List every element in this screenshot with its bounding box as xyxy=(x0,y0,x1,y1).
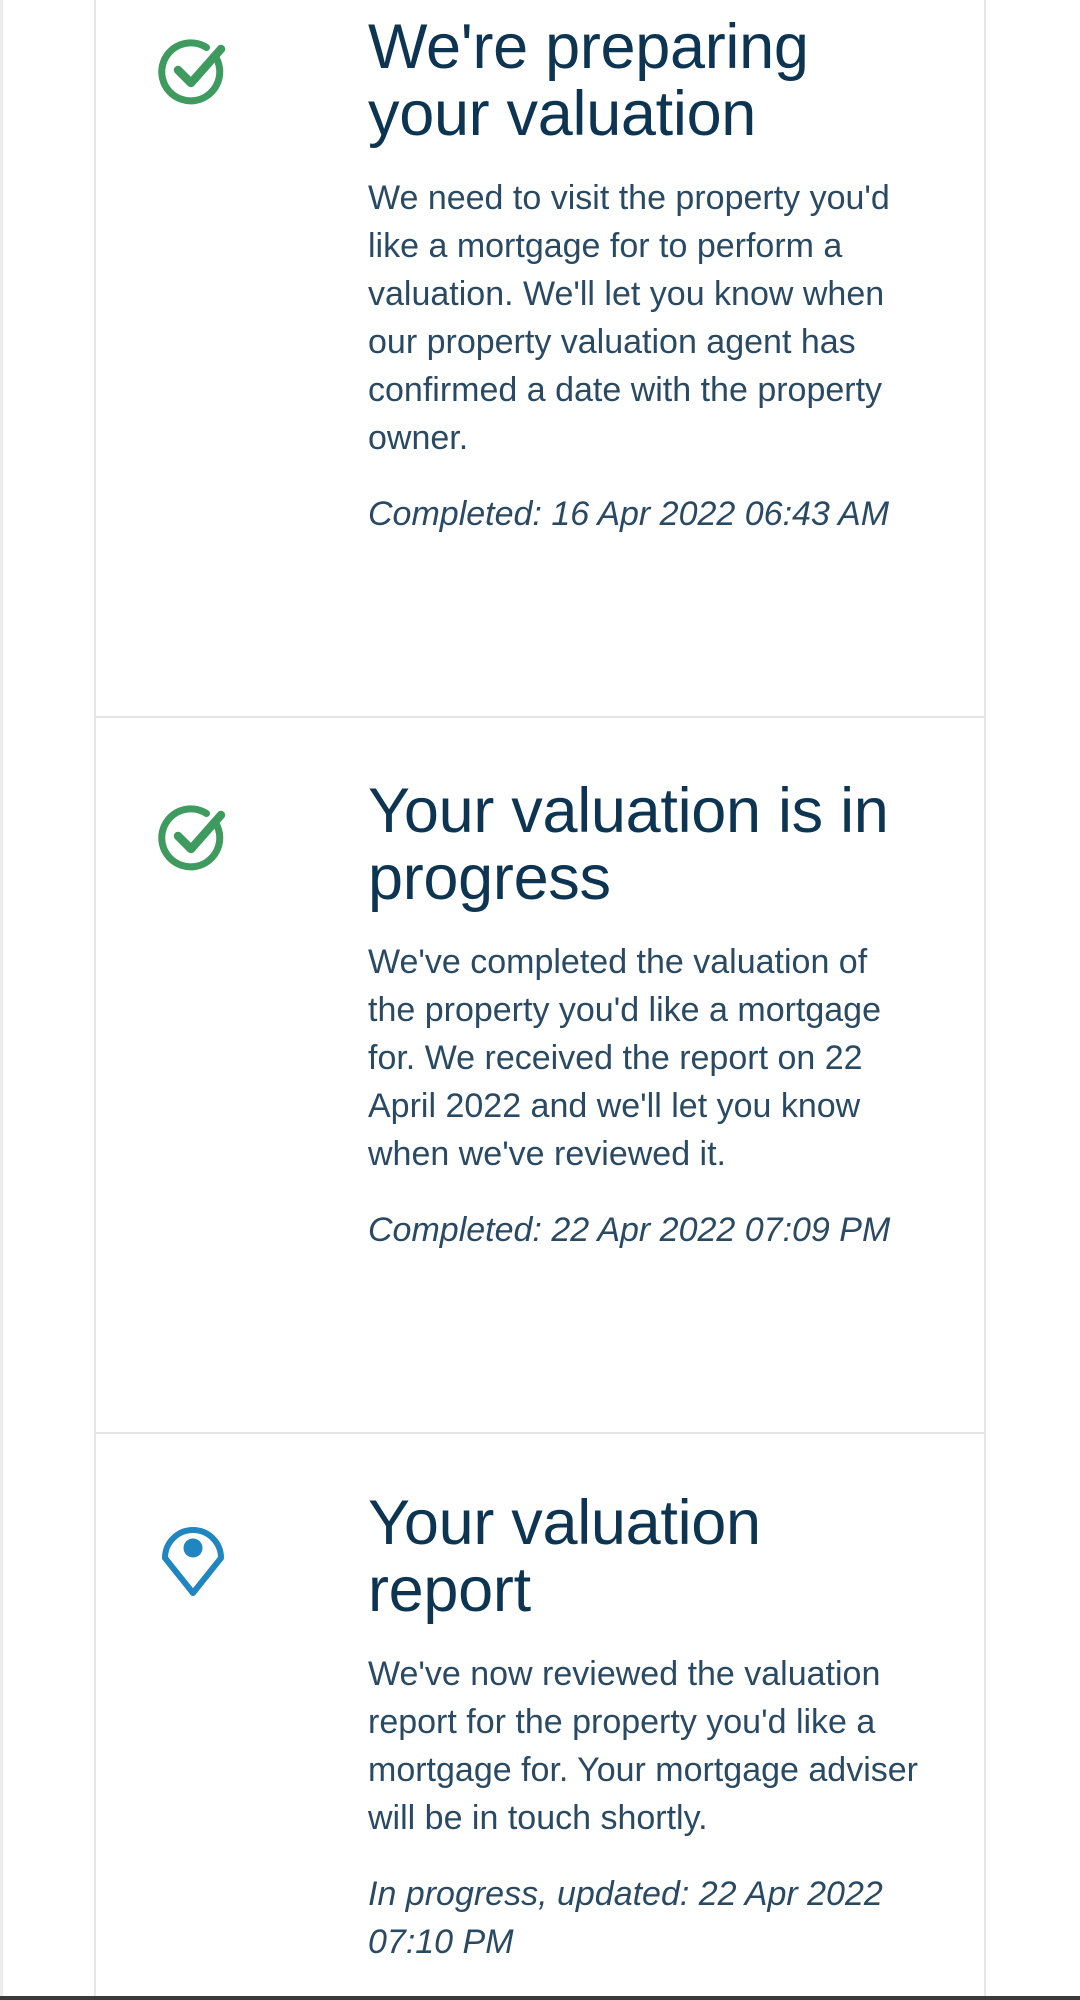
check-circle-icon xyxy=(154,800,232,878)
step-description: We've now reviewed the valuation report … xyxy=(368,1655,918,1837)
step-status: In progress, updated: 22 Apr 2022 07:10 … xyxy=(368,1875,883,1961)
step-status: Completed: 22 Apr 2022 07:09 PM xyxy=(368,1211,891,1249)
bottom-edge-bar xyxy=(0,1996,1080,2000)
step-title: Your valuation report xyxy=(368,1488,761,1625)
left-page-edge xyxy=(0,0,3,2000)
step-valuation-in-progress: Your valuation is in progress We've comp… xyxy=(96,718,984,1434)
step-description: We need to visit the property you'd like… xyxy=(368,179,890,457)
valuation-progress-panel: We're preparing your valuation We need t… xyxy=(94,0,986,2000)
step-title: We're preparing your valuation xyxy=(368,12,809,149)
step-description: We've completed the valuation of the pro… xyxy=(368,943,882,1173)
location-pin-icon xyxy=(154,1518,232,1596)
step-valuation-report: Your valuation report We've now reviewed… xyxy=(96,1434,984,2000)
check-circle-icon xyxy=(154,34,232,112)
step-status: Completed: 16 Apr 2022 06:43 AM xyxy=(368,495,890,533)
step-title: Your valuation is in progress xyxy=(368,776,889,913)
step-preparing-valuation: We're preparing your valuation We need t… xyxy=(96,0,984,718)
